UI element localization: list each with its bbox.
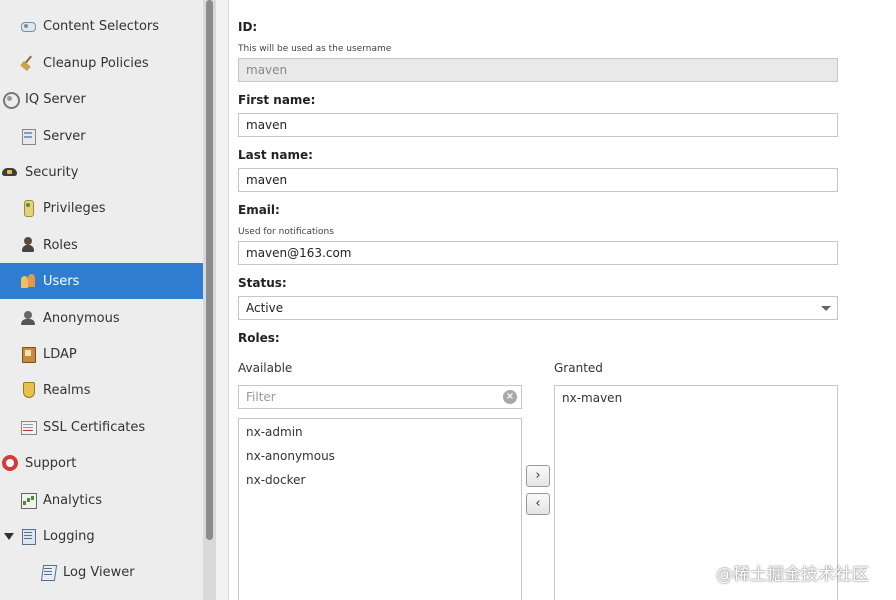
email-field[interactable]: maven@163.com xyxy=(238,241,838,265)
sidebar-item-label: Support xyxy=(25,455,77,471)
sidebar-item-security[interactable]: Security xyxy=(0,154,203,190)
id-label: ID: xyxy=(238,20,258,34)
list-item[interactable]: nx-docker xyxy=(239,468,521,492)
sidebar-item-label: Security xyxy=(25,164,79,180)
realms-icon xyxy=(20,382,36,398)
sidebar-item-label: Anonymous xyxy=(43,310,120,326)
logging-icon xyxy=(20,528,36,545)
sidebar-item-label: Roles xyxy=(43,237,78,253)
email-help-text: Used for notifications xyxy=(238,227,334,237)
broom-icon xyxy=(20,55,36,71)
sidebar-item-label: Cleanup Policies xyxy=(43,55,149,71)
users-icon xyxy=(20,273,36,289)
analytics-icon xyxy=(20,492,37,509)
clear-filter-icon[interactable]: × xyxy=(503,390,517,404)
sidebar-item-support[interactable]: Support xyxy=(0,445,203,481)
server-icon xyxy=(20,128,36,145)
sidebar-scrollbar-thumb[interactable] xyxy=(206,0,213,540)
sidebar-item-logging[interactable]: Logging xyxy=(0,518,203,554)
sidebar-item-label: Privileges xyxy=(43,200,106,216)
list-item[interactable]: nx-maven xyxy=(555,386,837,410)
granted-roles-title: Granted xyxy=(554,361,603,375)
list-item[interactable]: nx-anonymous xyxy=(239,444,521,468)
available-roles-list[interactable]: nx-admin nx-anonymous nx-docker xyxy=(238,418,522,600)
sidebar-item-content-selectors[interactable]: Content Selectors xyxy=(0,8,203,44)
roles-icon xyxy=(20,237,36,253)
sidebar-item-users[interactable]: Users xyxy=(0,263,203,299)
first-name-field[interactable]: maven xyxy=(238,113,838,137)
sidebar-item-label: SSL Certificates xyxy=(43,419,146,435)
privileges-icon xyxy=(20,200,36,217)
selectors-icon xyxy=(20,18,36,34)
available-roles-title: Available xyxy=(238,361,293,375)
sidebar-item-roles[interactable]: Roles xyxy=(0,227,203,263)
status-label: Status: xyxy=(238,276,287,290)
sidebar-item-privileges[interactable]: Privileges xyxy=(0,190,203,226)
first-name-label: First name: xyxy=(238,93,316,107)
list-item[interactable]: nx-admin xyxy=(239,420,521,444)
roles-filter-placeholder: Filter xyxy=(246,390,276,404)
remove-role-button[interactable]: ‹ xyxy=(526,493,550,515)
anonymous-icon xyxy=(20,310,36,326)
sidebar-item-analytics[interactable]: Analytics xyxy=(0,482,203,518)
email-label: Email: xyxy=(238,203,280,217)
status-select-value: Active xyxy=(246,301,284,315)
chevron-down-icon[interactable] xyxy=(821,306,831,311)
sidebar-item-label: IQ Server xyxy=(25,91,86,107)
user-form: ID: This will be used as the username ma… xyxy=(229,0,896,600)
sidebar-item-label: Analytics xyxy=(43,492,103,508)
sidebar-item-label: Logging xyxy=(43,528,95,544)
support-icon xyxy=(2,455,18,471)
sidebar-item-label: LDAP xyxy=(43,346,77,362)
last-name-field[interactable]: maven xyxy=(238,168,838,192)
roles-filter-input[interactable]: Filter × xyxy=(238,385,522,409)
sidebar-item-cleanup-policies[interactable]: Cleanup Policies xyxy=(0,45,203,81)
ssl-certificates-icon xyxy=(20,419,37,435)
sidebar-nav: Content Selectors Cleanup Policies IQ Se… xyxy=(0,0,203,600)
log-viewer-icon xyxy=(40,564,56,580)
add-role-button[interactable]: › xyxy=(526,465,550,487)
sidebar-item-label: Server xyxy=(43,128,86,144)
expand-triangle-icon[interactable] xyxy=(4,532,14,540)
sidebar-item-anonymous[interactable]: Anonymous xyxy=(0,300,203,336)
roles-label: Roles: xyxy=(238,331,280,345)
panel-splitter[interactable] xyxy=(216,0,229,600)
sidebar-item-label: Realms xyxy=(43,382,91,398)
sidebar-item-realms[interactable]: Realms xyxy=(0,372,203,408)
id-help-text: This will be used as the username xyxy=(238,44,392,54)
id-field: maven xyxy=(238,58,838,82)
sidebar-item-ssl-certificates[interactable]: SSL Certificates xyxy=(0,409,203,445)
sidebar-item-ldap[interactable]: LDAP xyxy=(0,336,203,372)
last-name-label: Last name: xyxy=(238,148,313,162)
watermark-text: @稀土掘金技术社区 xyxy=(716,565,869,585)
sidebar-item-iq-server[interactable]: IQ Server xyxy=(0,81,203,117)
sidebar-item-label: Users xyxy=(43,273,80,289)
sidebar-item-label: Content Selectors xyxy=(43,18,160,34)
sidebar-item-label: Log Viewer xyxy=(63,564,135,580)
iq-server-icon xyxy=(2,91,20,109)
ldap-icon xyxy=(20,346,36,363)
sidebar-item-server[interactable]: Server xyxy=(0,118,203,154)
sidebar-item-log-viewer[interactable]: Log Viewer xyxy=(0,554,203,590)
security-icon xyxy=(2,164,18,180)
status-select[interactable]: Active xyxy=(238,296,838,320)
